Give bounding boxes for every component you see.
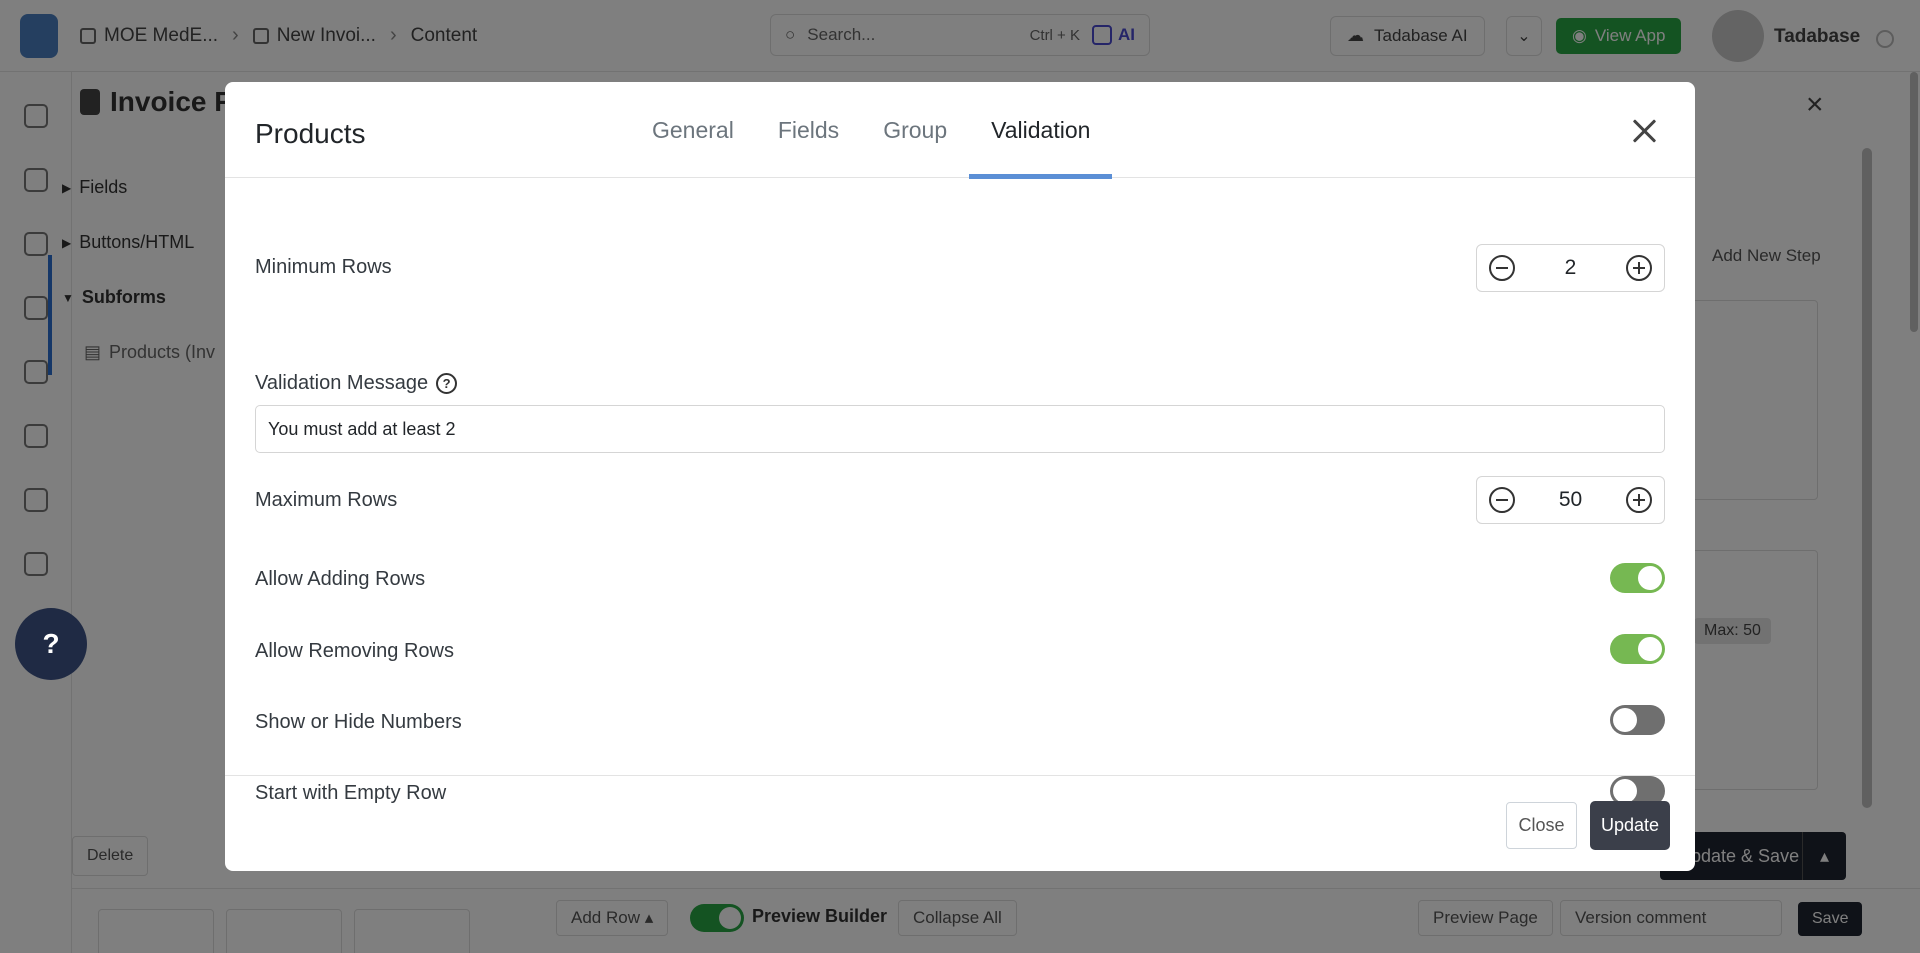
allow-removing-rows-toggle[interactable] bbox=[1610, 634, 1665, 664]
validation-message-label: Validation Message ? bbox=[255, 372, 458, 395]
minimum-rows-label: Minimum Rows bbox=[255, 256, 392, 278]
modal-title: Products bbox=[255, 118, 366, 149]
toggle-knob bbox=[1638, 566, 1662, 590]
products-settings-modal: Products General Fields Group Validation… bbox=[225, 82, 1695, 871]
plus-circle-icon[interactable] bbox=[1626, 255, 1652, 281]
maximum-rows-value[interactable]: 50 bbox=[1559, 488, 1582, 512]
validation-message-input[interactable] bbox=[255, 405, 1665, 453]
plus-circle-icon[interactable] bbox=[1625, 487, 1652, 513]
show-hide-numbers-label: Show or Hide Numbers bbox=[255, 711, 462, 733]
close-button[interactable]: Close bbox=[1506, 802, 1577, 849]
minus-circle-icon[interactable] bbox=[1489, 487, 1515, 513]
show-hide-numbers-toggle[interactable] bbox=[1610, 705, 1665, 735]
maximum-rows-stepper: 50 bbox=[1476, 476, 1665, 524]
toggle-knob bbox=[1638, 637, 1662, 661]
maximum-rows-label: Maximum Rows bbox=[255, 489, 398, 511]
modal-footer: Close Update bbox=[225, 775, 1695, 871]
tab-general[interactable]: General bbox=[630, 82, 756, 178]
close-icon[interactable] bbox=[1629, 116, 1659, 146]
question-circle-icon[interactable]: ? bbox=[436, 373, 458, 394]
allow-adding-rows-toggle[interactable] bbox=[1610, 563, 1665, 593]
minimum-rows-value[interactable]: 2 bbox=[1565, 256, 1577, 280]
modal-tabs: General Fields Group Validation bbox=[630, 82, 1113, 179]
modal-header: Products General Fields Group Validation bbox=[225, 82, 1695, 179]
modal-body: Minimum Rows 2 Validation Message ? Maxi… bbox=[225, 178, 1695, 806]
minimum-rows-stepper: 2 bbox=[1476, 244, 1665, 292]
update-button[interactable]: Update bbox=[1590, 801, 1670, 850]
tab-validation[interactable]: Validation bbox=[969, 82, 1113, 179]
minus-circle-icon[interactable] bbox=[1489, 255, 1515, 281]
help-button[interactable]: ? bbox=[15, 608, 87, 680]
allow-removing-rows-label: Allow Removing Rows bbox=[255, 640, 454, 662]
allow-adding-rows-label: Allow Adding Rows bbox=[255, 568, 426, 590]
tab-group[interactable]: Group bbox=[861, 82, 969, 178]
toggle-knob bbox=[1613, 708, 1637, 732]
tab-fields[interactable]: Fields bbox=[756, 82, 861, 178]
